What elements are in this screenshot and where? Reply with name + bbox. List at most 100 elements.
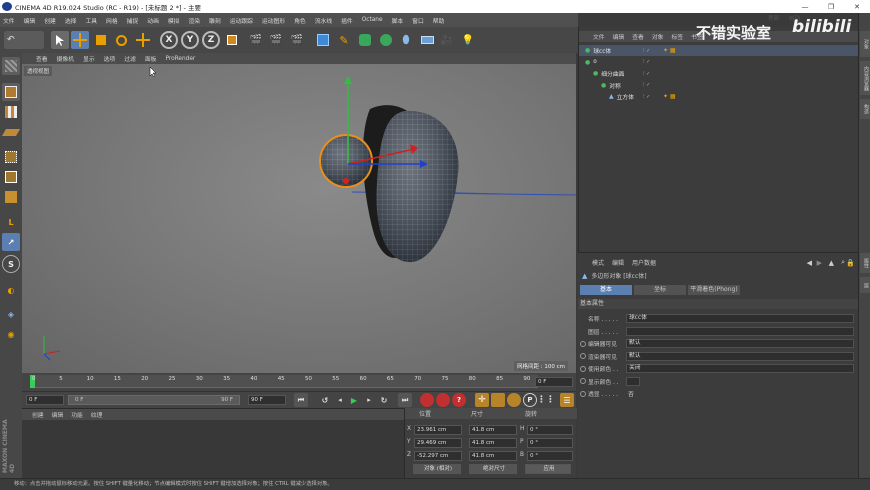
attribute-value[interactable]: 默认 [626,339,854,348]
record-keys-icon[interactable] [420,393,434,407]
axis-mode-icon[interactable]: L [2,213,20,231]
key-pla-icon[interactable]: ⋮⋮ [537,393,555,407]
step-forward-icon[interactable]: ▸ [363,393,375,407]
array-generator-icon[interactable] [377,31,395,49]
viewport-menu-item[interactable]: ProRender [165,56,195,62]
viewport-menu-item[interactable]: 摄像机 [57,54,74,63]
animate-radio-icon[interactable] [580,340,586,347]
timeline-ruler[interactable]: 0 5 10 15 20 25 30 35 40 45 50 55 60 65 70 75 80 85 90 0 F [22,373,576,391]
viewport-menu-item[interactable]: 面板 [145,54,157,63]
animate-radio-icon[interactable] [580,378,586,384]
attr-menu-edit[interactable]: 编辑 [612,258,624,267]
attr-menu-mode[interactable]: 模式 [592,258,604,267]
forward-arrow-icon[interactable]: ▶ [817,259,822,267]
menu-item[interactable]: 捕捉 [127,16,139,25]
planar-workplane-icon[interactable]: ◈ [2,305,20,323]
camera-icon[interactable]: 🎥 [438,31,456,49]
deformer-icon[interactable]: ⬮ [397,31,415,49]
object-menu-item[interactable]: 标签 [671,32,683,41]
size-field[interactable]: 41.8 cm [469,425,517,435]
previous-key-icon[interactable]: ↺ [318,393,332,407]
perspective-viewport[interactable]: 透视视图 网格间距: 100 cm [22,64,576,373]
right-tab-content-browser[interactable]: 内容浏览器 [860,61,870,95]
animate-radio-icon[interactable] [580,390,586,397]
object-name[interactable]: 细分曲面 [601,69,624,78]
tag-icon[interactable]: ✦ ▦ [663,93,676,100]
viewport-menu-item[interactable]: 过滤 [124,54,136,63]
menu-item[interactable]: 渲染 [188,16,200,25]
render-picture-viewer-icon[interactable]: 🎬 [267,31,285,49]
visibility-dots-icon[interactable]: ⁝ ✓ [643,82,650,88]
object-name[interactable]: o [593,59,597,65]
menu-item[interactable]: 选择 [65,16,77,25]
object-menu-item[interactable]: 查看 [632,32,644,41]
maximize-button[interactable]: ❐ [818,0,844,13]
object-menu-item[interactable]: 对象 [652,32,664,41]
object-name[interactable]: 球cc体 [593,46,611,55]
autokey-icon[interactable] [436,393,450,407]
right-tab-structure[interactable]: 构造 [860,99,870,119]
menu-item[interactable]: 网格 [106,16,118,25]
move-tool-icon[interactable] [71,31,89,49]
close-button[interactable]: ✕ [844,0,870,13]
next-key-icon[interactable]: ↻ [377,393,391,407]
light-icon[interactable]: 💡 [459,31,477,49]
position-field[interactable]: 23.961 cm [414,425,462,435]
menu-item[interactable]: 脚本 [392,16,404,25]
x-axis-lock-icon[interactable]: X [160,31,178,49]
undo-button[interactable]: ↶ [4,31,44,49]
texture-mode-icon[interactable] [2,103,20,121]
right-tab-attributes[interactable]: 属性 [860,253,870,273]
coordinate-system-icon[interactable] [223,31,241,49]
start-frame-field[interactable]: 0 F [26,395,64,405]
viewport-menu-item[interactable]: 显示 [83,54,95,63]
up-arrow-icon[interactable]: ▲ [829,259,834,267]
menu-item[interactable]: 编辑 [24,16,36,25]
layout-tab-interface[interactable]: 界面 [768,14,779,22]
tab-phong[interactable]: 平滑着色(Phong) [688,285,740,295]
object-row[interactable]: ● 细分曲面 ⁝ ✓ [579,68,859,79]
material-menu-item[interactable]: 功能 [71,410,83,419]
menu-item[interactable]: 雕刻 [209,16,221,25]
menu-item[interactable]: 动画 [147,16,159,25]
snap-icon[interactable]: S [2,255,20,273]
tab-coordinates[interactable]: 坐标 [634,285,686,295]
scale-tool-icon[interactable] [92,31,110,49]
animate-radio-icon[interactable] [580,353,586,359]
material-menu-item[interactable]: 创建 [32,410,44,419]
material-menu-item[interactable]: 纹理 [91,410,103,419]
end-frame-field[interactable]: 90 F [248,395,286,405]
render-settings-icon[interactable]: 🎬 [288,31,306,49]
attribute-value[interactable]: 否 [626,389,634,398]
coord-mode-dropdown[interactable]: 对象 (相对) [413,464,461,474]
object-menu-item[interactable]: 编辑 [613,32,625,41]
menu-item[interactable]: 窗口 [412,16,424,25]
menu-item[interactable]: 工具 [85,16,97,25]
model-mode-icon[interactable] [2,83,20,101]
spline-pen-icon[interactable]: ✎ [335,31,353,49]
go-to-start-icon[interactable]: ⏮ [294,393,308,407]
tweak-mode-icon[interactable]: ↗ [2,233,20,251]
recent-tools-icon[interactable] [134,31,152,49]
attribute-value[interactable]: 球cc体 [626,314,854,323]
menu-item[interactable]: 运动跟踪 [230,16,253,25]
menu-item[interactable]: 模拟 [168,16,180,25]
key-parameter-icon[interactable]: P [523,393,537,407]
range-slider[interactable]: 0 F 90 F [68,395,240,405]
visibility-dots-icon[interactable]: ⁝ ✓ [643,71,650,77]
live-select-icon[interactable] [51,31,69,49]
position-field[interactable]: -52.297 cm [414,451,462,461]
visibility-dots-icon[interactable]: ⁝ ✓ [643,59,650,65]
object-name[interactable]: 对称 [609,81,621,90]
object-row[interactable]: ● 对称 ⁝ ✓ [579,80,859,91]
play-forward-icon[interactable]: ▶ [347,393,361,407]
object-menu-item[interactable]: 文件 [593,32,605,41]
lock-icon[interactable]: 🔒 [846,259,855,267]
polygons-mode-icon[interactable] [2,188,20,206]
object-row[interactable]: ● 球cc体 ⁝ ✓ ✦ ▦ [579,45,859,56]
rotate-tool-icon[interactable] [112,31,130,49]
attribute-value[interactable] [626,326,854,336]
material-menu-item[interactable]: 编辑 [52,410,64,419]
workplane-mode-icon[interactable] [1,123,21,141]
menu-item[interactable]: 运动图形 [262,16,285,25]
